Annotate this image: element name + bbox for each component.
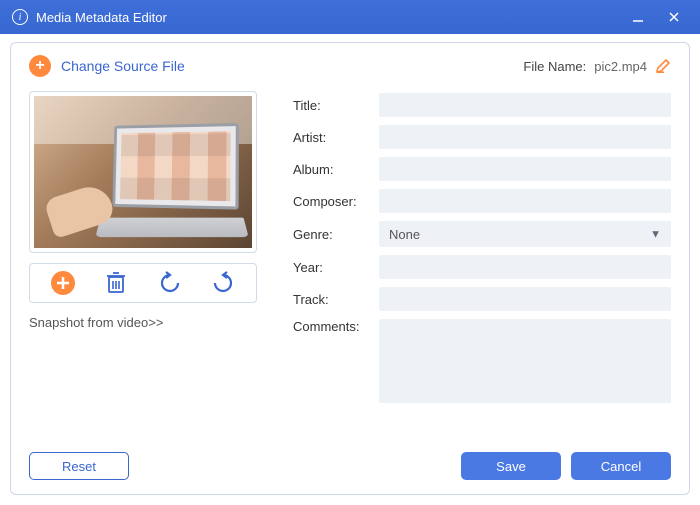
change-source-label: Change Source File [61,58,185,74]
file-name-label: File Name: [523,59,586,74]
rotate-left-button[interactable] [155,268,185,298]
cover-art-preview[interactable] [29,91,257,253]
genre-select[interactable]: None ▼ [379,221,671,247]
track-label: Track: [293,292,369,307]
metadata-form: Title: Artist: Album: Composer: Genre: [293,91,671,440]
cover-toolbar [29,263,257,303]
album-label: Album: [293,162,369,177]
add-cover-button[interactable] [48,268,78,298]
delete-cover-button[interactable] [101,268,131,298]
file-name-group: File Name: pic2.mp4 [523,58,671,74]
bottom-bar: Reset Save Cancel [29,452,671,480]
genre-label: Genre: [293,227,369,242]
rotate-right-button[interactable] [208,268,238,298]
chevron-down-icon: ▼ [650,229,661,241]
composer-label: Composer: [293,194,369,209]
window-title: Media Metadata Editor [36,10,616,25]
main-panel: + Change Source File File Name: pic2.mp4 [10,42,690,495]
cover-image [34,96,252,248]
artist-input[interactable] [379,125,671,149]
close-button[interactable] [660,3,688,31]
comments-input[interactable] [379,319,671,403]
composer-input[interactable] [379,189,671,213]
file-name-value: pic2.mp4 [594,59,647,74]
content-row: Snapshot from video>> Title: Artist: Alb… [29,91,671,440]
info-icon: i [12,9,28,25]
top-row: + Change Source File File Name: pic2.mp4 [29,55,671,77]
title-input[interactable] [379,93,671,117]
save-button[interactable]: Save [461,452,561,480]
track-input[interactable] [379,287,671,311]
genre-value: None [389,227,420,242]
snapshot-link[interactable]: Snapshot from video>> [29,315,257,330]
titlebar: i Media Metadata Editor [0,0,700,34]
title-label: Title: [293,98,369,113]
plus-icon: + [29,55,51,77]
minimize-button[interactable] [624,3,652,31]
year-input[interactable] [379,255,671,279]
app-window: i Media Metadata Editor + Change Source … [0,0,700,505]
comments-label: Comments: [293,319,369,334]
reset-button[interactable]: Reset [29,452,129,480]
edit-filename-button[interactable] [655,58,671,74]
artist-label: Artist: [293,130,369,145]
album-input[interactable] [379,157,671,181]
change-source-button[interactable]: + Change Source File [29,55,185,77]
left-column: Snapshot from video>> [29,91,257,440]
year-label: Year: [293,260,369,275]
cancel-button[interactable]: Cancel [571,452,671,480]
